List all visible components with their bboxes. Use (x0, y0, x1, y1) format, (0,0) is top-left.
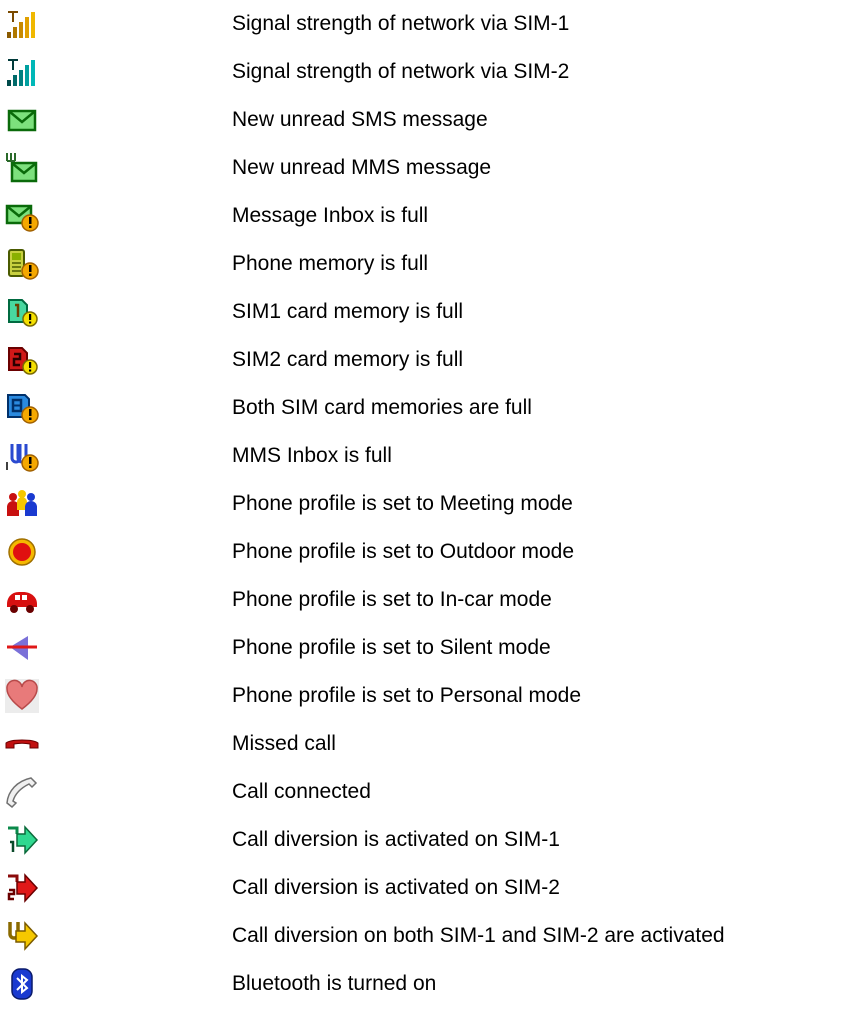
legend-description: Phone profile is set to Personal mode (232, 684, 582, 707)
legend-description: Signal strength of network via SIM-1 (232, 12, 570, 35)
legend-description: Call diversion is activated on SIM-1 (232, 828, 560, 851)
sim1-memory-full-icon (4, 294, 40, 330)
legend-row: Phone profile is set to In-car mode (0, 576, 852, 624)
legend-description: SIM2 card memory is full (232, 348, 464, 371)
legend-row: Signal strength of network via SIM-2 (0, 48, 852, 96)
phone-memory-full-icon (4, 246, 40, 282)
legend-description: Both SIM card memories are full (232, 396, 532, 419)
legend-description: Phone profile is set to In-car mode (232, 588, 552, 611)
legend-row: Call diversion is activated on SIM-2 (0, 864, 852, 912)
legend-row: Bluetooth is turned on (0, 960, 852, 1008)
legend-description: Phone profile is set to Meeting mode (232, 492, 573, 515)
legend-row: Both SIM card memories are full (0, 384, 852, 432)
both-sim-memory-full-icon (4, 390, 40, 426)
legend-description: Call diversion is activated on SIM-2 (232, 876, 560, 899)
silent-mode-icon (4, 630, 40, 666)
legend-description: Signal strength of network via SIM-2 (232, 60, 570, 83)
legend-description: Phone profile is set to Outdoor mode (232, 540, 575, 563)
call-connected-icon (4, 774, 40, 810)
legend-row: MMS Inbox is full (0, 432, 852, 480)
call-divert-sim2-icon (4, 870, 40, 906)
call-divert-both-icon (4, 918, 40, 954)
message-inbox-full-icon (4, 198, 40, 234)
legend-row: SIM2 card memory is full (0, 336, 852, 384)
legend-row: Phone profile is set to Personal mode (0, 672, 852, 720)
legend-row: Signal strength of network via SIM-1 (0, 0, 852, 48)
call-divert-sim1-icon (4, 822, 40, 858)
signal-sim2-icon (4, 54, 40, 90)
missed-call-icon (4, 726, 40, 762)
legend-description: Message Inbox is full (232, 204, 429, 227)
legend-description: MMS Inbox is full (232, 444, 392, 467)
legend-description: New unread SMS message (232, 108, 488, 131)
legend-row: Phone memory is full (0, 240, 852, 288)
legend-row: Missed call (0, 720, 852, 768)
legend-row: New unread MMS message (0, 144, 852, 192)
legend-row: Phone profile is set to Outdoor mode (0, 528, 852, 576)
mms-inbox-full-icon (4, 438, 40, 474)
mms-unread-icon (4, 150, 40, 186)
legend-row: New unread SMS message (0, 96, 852, 144)
legend-row: Call diversion is activated on SIM-1 (0, 816, 852, 864)
legend-description: Missed call (232, 732, 336, 755)
bluetooth-icon (4, 966, 40, 1002)
legend-description: Call diversion on both SIM-1 and SIM-2 a… (232, 924, 725, 947)
legend-row: Phone profile is set to Meeting mode (0, 480, 852, 528)
legend-description: New unread MMS message (232, 156, 492, 179)
legend-description: Call connected (232, 780, 371, 803)
personal-mode-icon (4, 678, 40, 714)
legend-description: Bluetooth is turned on (232, 972, 437, 995)
legend-description: SIM1 card memory is full (232, 300, 464, 323)
sms-unread-icon (4, 102, 40, 138)
legend-row: Call diversion on both SIM-1 and SIM-2 a… (0, 912, 852, 960)
signal-sim1-icon (4, 6, 40, 42)
legend-description: Phone memory is full (232, 252, 429, 275)
outdoor-mode-icon (4, 534, 40, 570)
legend-row: Phone profile is set to Silent mode (0, 624, 852, 672)
meeting-mode-icon (4, 486, 40, 522)
legend-row: SIM1 card memory is full (0, 288, 852, 336)
legend-row: Call connected (0, 768, 852, 816)
in-car-mode-icon (4, 582, 40, 618)
legend-row: Message Inbox is full (0, 192, 852, 240)
sim2-memory-full-icon (4, 342, 40, 378)
legend-description: Phone profile is set to Silent mode (232, 636, 551, 659)
